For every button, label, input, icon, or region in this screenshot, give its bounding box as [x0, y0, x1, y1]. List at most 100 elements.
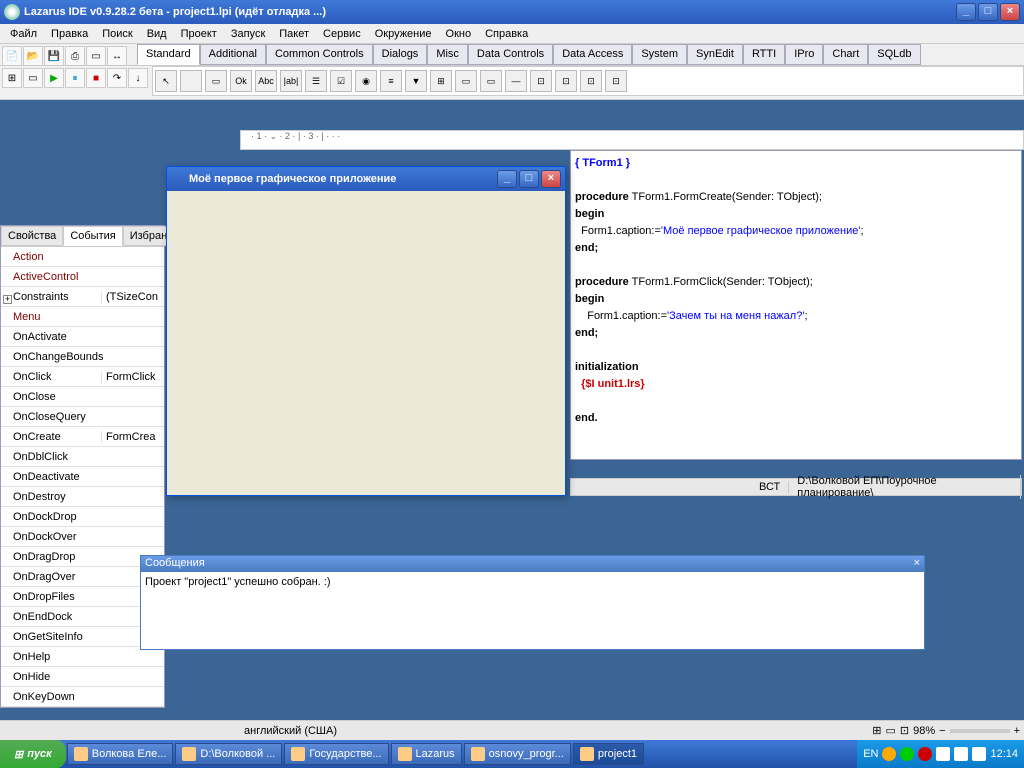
- menu-окружение[interactable]: Окружение: [369, 26, 438, 42]
- event-row[interactable]: Constraints+(TSizeCon: [1, 287, 164, 307]
- palette-component[interactable]: ⊞: [430, 70, 452, 92]
- palette-component[interactable]: ▭: [480, 70, 502, 92]
- menu-сервис[interactable]: Сервис: [317, 26, 367, 42]
- menu-справка[interactable]: Справка: [479, 26, 534, 42]
- palette-component[interactable]: ↖: [155, 70, 177, 92]
- component-tab[interactable]: IPro: [785, 44, 823, 65]
- code-editor[interactable]: { TForm1 } procedure TForm1.FormCreate(S…: [570, 150, 1022, 460]
- zoom-out-button[interactable]: −: [939, 725, 945, 737]
- palette-component[interactable]: Abc: [255, 70, 277, 92]
- tray-icon[interactable]: [936, 747, 950, 761]
- menu-правка[interactable]: Правка: [45, 26, 94, 42]
- palette-component[interactable]: ⊡: [580, 70, 602, 92]
- view-icon[interactable]: ⊞: [872, 724, 881, 737]
- saveall-button[interactable]: ⎙: [65, 46, 85, 66]
- event-row[interactable]: OnDockOver: [1, 527, 164, 547]
- app-titlebar[interactable]: Моё первое графическое приложение _ □ ×: [167, 167, 565, 191]
- view-forms-button[interactable]: ▭: [23, 68, 43, 88]
- palette-component[interactable]: —: [505, 70, 527, 92]
- app-minimize-button[interactable]: _: [497, 170, 517, 188]
- stepinto-button[interactable]: ↓: [128, 68, 148, 88]
- event-row[interactable]: OnCreateFormCrea: [1, 427, 164, 447]
- tray-icon[interactable]: [882, 747, 896, 761]
- palette-component[interactable]: ⊡: [530, 70, 552, 92]
- component-tab[interactable]: Misc: [427, 44, 468, 65]
- event-value[interactable]: FormClick: [101, 371, 164, 383]
- event-row[interactable]: OnDeactivate: [1, 467, 164, 487]
- component-tab[interactable]: Common Controls: [266, 44, 373, 65]
- menu-поиск[interactable]: Поиск: [96, 26, 138, 42]
- open-button[interactable]: 📂: [23, 46, 43, 66]
- component-tab[interactable]: Chart: [823, 44, 868, 65]
- palette-component[interactable]: ⊡: [605, 70, 627, 92]
- event-row[interactable]: OnDockDrop: [1, 507, 164, 527]
- event-value[interactable]: FormCrea: [101, 431, 164, 443]
- minimize-button[interactable]: _: [956, 3, 976, 21]
- event-value[interactable]: (TSizeCon: [101, 291, 164, 303]
- clock[interactable]: 12:14: [990, 748, 1018, 760]
- running-app-window[interactable]: Моё первое графическое приложение _ □ ×: [166, 166, 566, 496]
- messages-close-icon[interactable]: ×: [914, 557, 920, 571]
- event-row[interactable]: Menu: [1, 307, 164, 327]
- component-tab[interactable]: SynEdit: [687, 44, 743, 65]
- component-tab[interactable]: Additional: [200, 44, 266, 65]
- menu-запуск[interactable]: Запуск: [225, 26, 271, 42]
- event-row[interactable]: OnClickFormClick: [1, 367, 164, 387]
- inspector-tab[interactable]: События: [63, 226, 122, 246]
- component-tab[interactable]: Standard: [137, 44, 200, 65]
- taskbar-item[interactable]: Государстве...: [284, 743, 388, 765]
- palette-component[interactable]: ≡: [380, 70, 402, 92]
- palette-component[interactable]: ◉: [355, 70, 377, 92]
- maximize-button[interactable]: □: [978, 3, 998, 21]
- close-button[interactable]: ×: [1000, 3, 1020, 21]
- palette-component[interactable]: [180, 70, 202, 92]
- newform-button[interactable]: ▭: [86, 46, 106, 66]
- expand-icon[interactable]: +: [3, 295, 12, 304]
- event-row[interactable]: OnClose: [1, 387, 164, 407]
- menu-вид[interactable]: Вид: [141, 26, 173, 42]
- message-line[interactable]: Проект "project1" успешно собран. :): [141, 572, 924, 592]
- tray-icon[interactable]: [900, 747, 914, 761]
- menu-пакет[interactable]: Пакет: [273, 26, 315, 42]
- event-row[interactable]: OnHide: [1, 667, 164, 687]
- zoom-in-button[interactable]: +: [1014, 725, 1020, 737]
- component-tab[interactable]: System: [632, 44, 687, 65]
- view-icon3[interactable]: ⊡: [900, 724, 909, 737]
- tray-lang[interactable]: EN: [863, 748, 878, 760]
- component-tab[interactable]: SQLdb: [868, 44, 920, 65]
- event-row[interactable]: ActiveControl: [1, 267, 164, 287]
- event-row[interactable]: OnDestroy: [1, 487, 164, 507]
- menu-окно[interactable]: Окно: [440, 26, 478, 42]
- taskbar-item[interactable]: project1: [573, 743, 644, 765]
- tray-icon[interactable]: [954, 747, 968, 761]
- palette-component[interactable]: Ok: [230, 70, 252, 92]
- component-tab[interactable]: Data Access: [553, 44, 632, 65]
- palette-component[interactable]: ▼: [405, 70, 427, 92]
- palette-component[interactable]: ⊡: [555, 70, 577, 92]
- new-button[interactable]: 📄: [2, 46, 22, 66]
- stepover-button[interactable]: ↷: [107, 68, 127, 88]
- app-maximize-button[interactable]: □: [519, 170, 539, 188]
- inspector-tab[interactable]: Свойства: [1, 226, 63, 246]
- toggle-button[interactable]: ↔: [107, 46, 127, 66]
- app-close-button[interactable]: ×: [541, 170, 561, 188]
- taskbar-item[interactable]: D:\Волковой ...: [175, 743, 282, 765]
- view-units-button[interactable]: ⊞: [2, 68, 22, 88]
- taskbar-item[interactable]: Lazarus: [391, 743, 462, 765]
- menu-проект[interactable]: Проект: [175, 26, 223, 42]
- event-row[interactable]: OnActivate: [1, 327, 164, 347]
- event-row[interactable]: OnCloseQuery: [1, 407, 164, 427]
- tray-icon[interactable]: [972, 747, 986, 761]
- event-row[interactable]: OnHelp: [1, 647, 164, 667]
- run-button[interactable]: ▶: [44, 68, 64, 88]
- taskbar-item[interactable]: Волкова Еле...: [67, 743, 174, 765]
- taskbar-item[interactable]: osnovy_progr...: [464, 743, 571, 765]
- component-tab[interactable]: RTTI: [743, 44, 785, 65]
- menu-файл[interactable]: Файл: [4, 26, 43, 42]
- zoom-slider[interactable]: [950, 729, 1010, 733]
- event-row[interactable]: OnDblClick: [1, 447, 164, 467]
- stop-button[interactable]: ■: [86, 68, 106, 88]
- start-button[interactable]: ⊞ пуск: [0, 740, 66, 768]
- pause-button[interactable]: ⏸: [65, 68, 85, 88]
- palette-component[interactable]: ☰: [305, 70, 327, 92]
